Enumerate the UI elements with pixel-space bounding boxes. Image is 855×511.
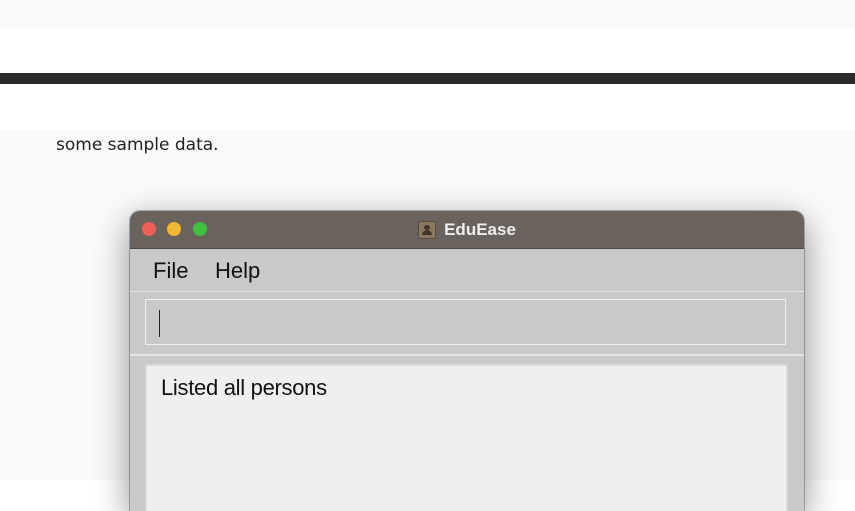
result-area: Listed all persons <box>130 357 804 511</box>
document-text: some sample data. <box>56 135 219 155</box>
top-band <box>0 0 855 28</box>
app-window: EduEase File Help Listed all persons <box>130 211 804 511</box>
menu-item-file[interactable]: File <box>153 258 188 284</box>
section-divider <box>0 73 855 84</box>
text-caret <box>159 310 160 337</box>
menu-bar: File Help <box>130 249 804 292</box>
menu-item-help[interactable]: Help <box>215 258 260 284</box>
result-display[interactable]: Listed all persons <box>145 364 788 511</box>
title-wrap: EduEase <box>130 211 804 248</box>
result-message: Listed all persons <box>161 375 327 400</box>
app-icon <box>418 220 437 239</box>
command-area <box>130 292 804 356</box>
command-input[interactable] <box>145 299 786 345</box>
title-bar[interactable]: EduEase <box>130 211 804 249</box>
window-title: EduEase <box>444 219 516 239</box>
